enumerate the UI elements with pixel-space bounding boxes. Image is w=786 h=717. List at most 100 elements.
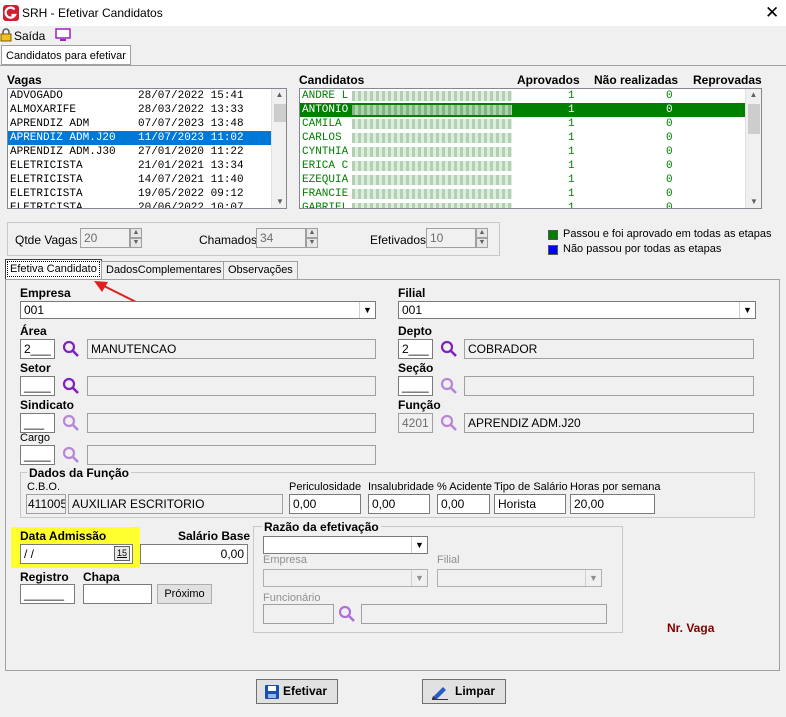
nao-realizadas-cell: 0 xyxy=(666,188,673,200)
filial-select[interactable]: 001 ▼ xyxy=(398,301,756,319)
table-row[interactable]: GABRIEL 1 0 xyxy=(300,201,746,209)
list-item[interactable]: ELETRICISTA 21/01/2021 13:34 xyxy=(8,159,272,173)
qtde-vagas-field: 20 xyxy=(80,228,130,248)
table-row[interactable]: CARLOS 1 0 xyxy=(300,131,746,145)
dados-funcao-title: Dados da Função xyxy=(27,466,132,480)
chevron-down-icon[interactable]: ▼ xyxy=(359,302,375,318)
search-icon[interactable] xyxy=(62,446,80,464)
tab-observacoes[interactable]: Observações xyxy=(223,261,298,279)
empresa-select[interactable]: 001 ▼ xyxy=(20,301,376,319)
registro-field[interactable]: ______ xyxy=(20,584,75,604)
area-code-field[interactable]: 2___ xyxy=(20,339,55,359)
table-row[interactable]: ANDRE L 1 0 xyxy=(300,89,746,103)
setor-code-field[interactable]: ____ xyxy=(20,376,55,396)
vagas-scrollbar[interactable]: ▲ ▼ xyxy=(271,89,286,208)
chevron-down-icon[interactable]: ▼ xyxy=(739,302,755,318)
save-icon xyxy=(265,685,279,699)
table-row[interactable]: CYNTHIA 1 0 xyxy=(300,145,746,159)
lock-icon[interactable] xyxy=(0,28,12,42)
limpar-button[interactable]: Limpar xyxy=(422,679,506,704)
tab-dados-complementares[interactable]: DadosComplementares xyxy=(101,261,227,279)
efetivados-label: Efetivados xyxy=(370,233,427,247)
funcionario-code-field xyxy=(263,604,334,624)
list-item[interactable]: APRENDIZ ADM.J20 11/07/2023 11:02 xyxy=(8,131,272,145)
horas-field[interactable]: 20,00 xyxy=(570,494,655,514)
vaga-date: 28/07/2022 15:41 xyxy=(138,90,244,102)
search-icon[interactable] xyxy=(440,414,458,432)
depto-label: Depto xyxy=(398,324,432,338)
list-item[interactable]: APRENDIZ ADM.J30 27/01/2020 11:22 xyxy=(8,145,272,159)
chamados-field: 34 xyxy=(256,228,306,248)
proximo-button[interactable]: Próximo xyxy=(157,584,212,604)
exit-button[interactable]: Saída xyxy=(14,29,45,43)
depto-code-field[interactable]: 2___ xyxy=(398,339,433,359)
scroll-down-icon[interactable]: ▼ xyxy=(746,196,761,208)
nao-realizadas-cell: 0 xyxy=(666,118,673,130)
list-item[interactable]: ELETRICISTA 14/07/2021 11:40 xyxy=(8,173,272,187)
aprovados-cell: 1 xyxy=(568,146,575,158)
scroll-thumb[interactable] xyxy=(274,104,286,122)
table-row[interactable]: ERICA C 1 0 xyxy=(300,159,746,173)
data-admissao-label: Data Admissão xyxy=(20,529,107,543)
aprovados-header: Aprovados xyxy=(517,73,580,87)
vaga-name: APRENDIZ ADM.J20 xyxy=(10,132,116,144)
candidate-name: CARLOS xyxy=(302,132,342,144)
candidatos-scrollbar[interactable]: ▲ ▼ xyxy=(745,89,761,208)
redacted-surname xyxy=(352,161,512,171)
candidate-name: ANDRE L xyxy=(302,90,349,102)
candidatos-list[interactable]: ANDRE L 1 0 ANTONIO 1 0 CAMILA 1 0 CARLOS 1 0 CYNTHI… xyxy=(299,88,762,209)
table-row[interactable]: ANTONIO 1 0 xyxy=(300,103,746,117)
search-icon[interactable] xyxy=(62,340,80,358)
table-row[interactable]: EZEQUIA 1 0 xyxy=(300,173,746,187)
search-icon[interactable] xyxy=(338,605,356,623)
nr-vaga-label: Nr. Vaga xyxy=(667,621,715,635)
salario-base-field[interactable]: 0,00 xyxy=(140,544,248,564)
candidate-name: GABRIEL xyxy=(302,202,349,209)
razao-select[interactable]: ▼ xyxy=(263,536,428,554)
aprovados-cell: 1 xyxy=(568,188,575,200)
secao-code-field[interactable]: ____ xyxy=(398,376,433,396)
close-icon[interactable]: ✕ xyxy=(765,3,779,23)
list-item[interactable]: ELETRICISTA 20/06/2022 10:07 xyxy=(8,201,272,208)
table-row[interactable]: CAMILA 1 0 xyxy=(300,117,746,131)
redacted-surname xyxy=(352,91,512,101)
efetivar-button[interactable]: Efetivar xyxy=(256,679,338,704)
insalubridade-field[interactable]: 0,00 xyxy=(368,494,430,514)
scroll-up-icon[interactable]: ▲ xyxy=(746,89,761,101)
nao-realizadas-cell: 0 xyxy=(666,174,673,186)
tipo-salario-field[interactable]: Horista xyxy=(494,494,566,514)
vaga-name: ELETRICISTA xyxy=(10,160,83,172)
search-icon[interactable] xyxy=(62,414,80,432)
chevron-down-icon[interactable]: ▼ xyxy=(411,537,427,553)
list-item[interactable]: APRENDIZ ADM 07/07/2023 13:48 xyxy=(8,117,272,131)
vaga-name: ALMOXARIFE xyxy=(10,104,77,116)
search-icon[interactable] xyxy=(62,377,80,395)
acidente-field[interactable]: 0,00 xyxy=(437,494,490,514)
search-icon[interactable] xyxy=(440,377,458,395)
vaga-date: 07/07/2023 13:48 xyxy=(138,118,244,130)
cargo-code-field[interactable]: ____ xyxy=(20,445,55,465)
vaga-name: ADVOGADO xyxy=(10,90,63,102)
scroll-thumb[interactable] xyxy=(748,104,760,134)
chapa-field[interactable] xyxy=(83,584,152,604)
calendar-icon[interactable]: 15 xyxy=(114,546,130,561)
search-icon[interactable] xyxy=(440,340,458,358)
table-row[interactable]: FRANCIE 1 0 xyxy=(300,187,746,201)
list-item[interactable]: ELETRICISTA 19/05/2022 09:12 xyxy=(8,187,272,201)
chevron-down-icon: ▼ xyxy=(585,570,601,586)
monitor-icon[interactable] xyxy=(54,28,72,42)
list-item[interactable]: ADVOGADO 28/07/2022 15:41 xyxy=(8,89,272,103)
vagas-list[interactable]: ADVOGADO 28/07/2022 15:41 ALMOXARIFE 28/03/… xyxy=(7,88,287,209)
funcao-label: Função xyxy=(398,398,441,412)
periculosidade-field[interactable]: 0,00 xyxy=(289,494,361,514)
aprovados-cell: 1 xyxy=(568,202,575,209)
sindicato-code-field[interactable]: ___ xyxy=(20,413,55,433)
legend-green-label: Passou e foi aprovado em todas as etapas xyxy=(563,228,772,240)
tab-candidatos-para-efetivar[interactable]: Candidatos para efetivar xyxy=(1,45,131,65)
area-label: Área xyxy=(20,324,47,338)
razao-title: Razão da efetivação xyxy=(262,520,381,534)
scroll-down-icon[interactable]: ▼ xyxy=(272,196,286,208)
list-item[interactable]: ALMOXARIFE 28/03/2022 13:33 xyxy=(8,103,272,117)
tab-efetiva-candidato[interactable]: Efetiva Candidato xyxy=(5,259,102,279)
scroll-up-icon[interactable]: ▲ xyxy=(272,89,286,101)
